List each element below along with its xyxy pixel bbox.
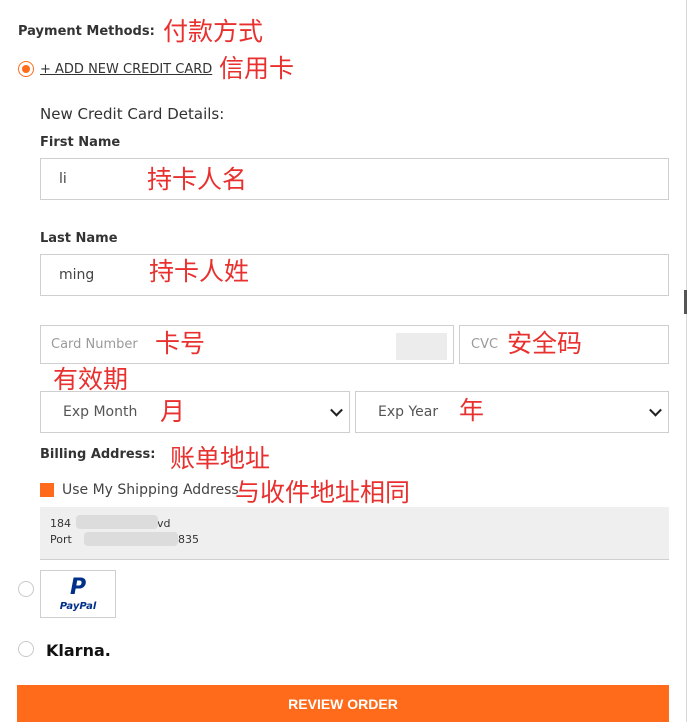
address-line2-end: 835 (178, 533, 199, 546)
annotation-year: 年 (459, 396, 485, 425)
annotation-same-as-shipping: 与收件地址相同 (235, 478, 411, 507)
card-number-redacted (396, 333, 447, 360)
last-name-input[interactable] (40, 254, 669, 296)
paypal-radio[interactable] (18, 581, 34, 597)
first-name-label: First Name (40, 135, 121, 150)
annotation-expiry: 有效期 (53, 365, 129, 394)
exp-year-select[interactable]: Exp Year (355, 391, 669, 433)
first-name-input[interactable] (40, 158, 669, 200)
chevron-down-icon (649, 403, 662, 417)
klarna-radio[interactable] (18, 641, 34, 657)
add-credit-card-link[interactable]: + ADD NEW CREDIT CARD (40, 62, 212, 77)
address-redacted (84, 532, 178, 546)
address-redacted (76, 515, 158, 529)
review-order-button[interactable]: REVIEW ORDER (17, 685, 669, 722)
last-name-label: Last Name (40, 231, 118, 246)
annotation-cvc: 安全码 (507, 329, 583, 358)
address-line1-end: vd (157, 517, 171, 530)
paypal-logo-text: PayPal (59, 601, 97, 612)
annotation-credit-card: 信用卡 (219, 54, 295, 83)
exp-month-select[interactable]: Exp Month (40, 391, 350, 433)
use-shipping-label: Use My Shipping Address (62, 482, 239, 498)
use-shipping-checkbox[interactable] (40, 483, 54, 497)
exp-month-value: Exp Month (63, 404, 138, 420)
chevron-down-icon (330, 403, 343, 417)
annotation-billing: 账单地址 (170, 444, 271, 473)
address-line1-start: 184 (50, 517, 71, 530)
klarna-logo: Klarna. (46, 641, 111, 660)
new-card-details-heading: New Credit Card Details: (40, 105, 225, 123)
annotation-card-number: 卡号 (155, 329, 206, 358)
card-number-input[interactable] (40, 325, 454, 364)
shipping-address-box: 184 vd Port 835 (40, 507, 669, 560)
annotation-month: 月 (160, 397, 186, 426)
payment-methods-title: Payment Methods: (18, 24, 155, 39)
exp-year-value: Exp Year (378, 404, 439, 420)
address-line2-start: Port (50, 533, 72, 546)
annotation-last-name: 持卡人姓 (149, 257, 250, 286)
paypal-button[interactable]: P PayPal (40, 570, 116, 618)
credit-card-radio[interactable] (18, 61, 34, 77)
annotation-payment-methods: 付款方式 (163, 17, 264, 46)
billing-address-label: Billing Address: (40, 447, 156, 462)
annotation-first-name: 持卡人名 (147, 165, 248, 194)
paypal-logo-icon: P (69, 575, 87, 600)
